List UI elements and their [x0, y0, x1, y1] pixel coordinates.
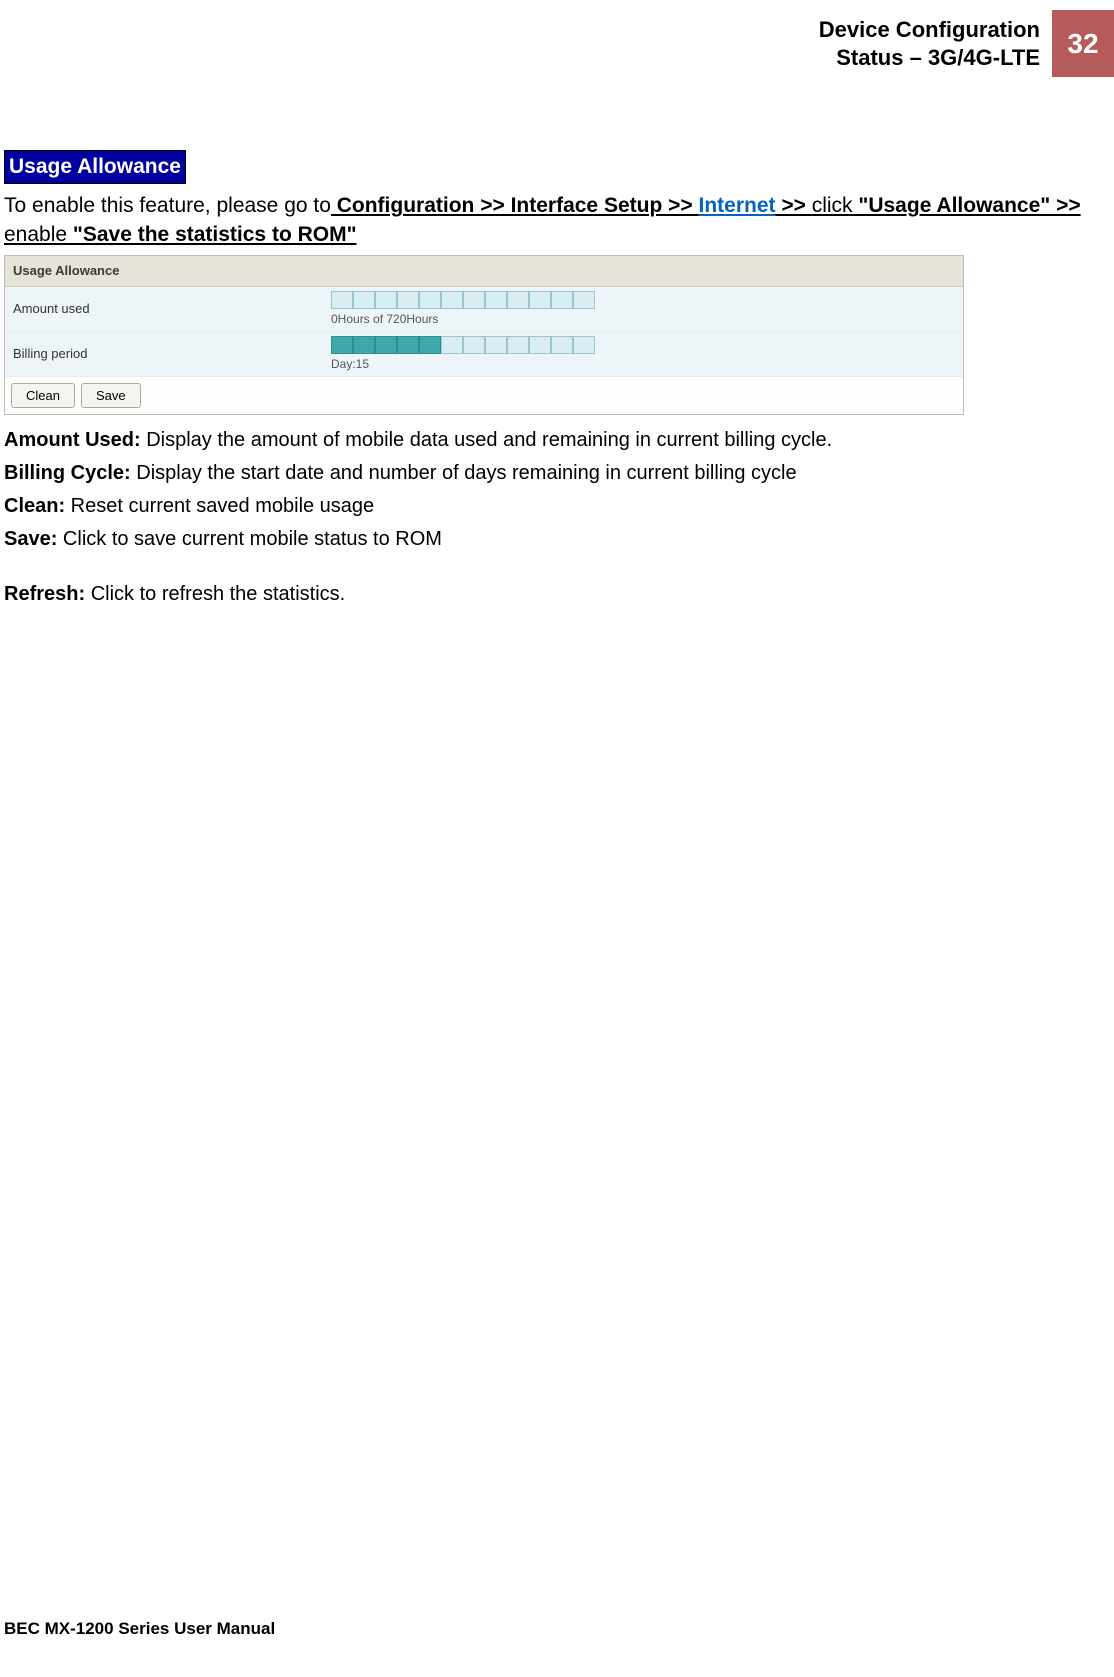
billing-period-label: Billing period	[5, 339, 331, 369]
click-word: click	[812, 194, 853, 217]
progress-segment	[507, 336, 529, 354]
progress-segment	[551, 336, 573, 354]
def-refresh: Refresh: Click to refresh the statistics…	[4, 581, 1114, 608]
amount-used-label: Amount used	[5, 294, 331, 324]
def-clean-label: Clean:	[4, 495, 65, 517]
progress-segment	[485, 336, 507, 354]
amount-used-bar	[331, 291, 963, 309]
header-line1: Device Configuration	[819, 17, 1040, 42]
billing-period-value: Day:15	[331, 332, 963, 376]
page-header: Device Configuration Status – 3G/4G-LTE …	[819, 10, 1114, 77]
breadcrumb-sep: >>	[776, 194, 812, 217]
page-content: Usage Allowance To enable this feature, …	[4, 150, 1114, 614]
def-amount-used-text: Display the amount of mobile data used a…	[141, 429, 832, 451]
def-refresh-text: Click to refresh the statistics.	[85, 583, 345, 605]
billing-period-row: Billing period Day:15	[5, 332, 963, 377]
def-save: Save: Click to save current mobile statu…	[4, 526, 1114, 553]
progress-segment	[353, 291, 375, 309]
progress-segment	[463, 336, 485, 354]
progress-segment	[331, 336, 353, 354]
header-line2: Status – 3G/4G-LTE	[836, 45, 1040, 70]
progress-segment	[573, 336, 595, 354]
internet-link[interactable]: Internet	[698, 194, 775, 217]
breadcrumb-path1: Configuration >> Interface Setup >>	[331, 194, 699, 217]
progress-segment	[331, 291, 353, 309]
panel-button-row: Clean Save	[5, 377, 963, 414]
def-billing-cycle-label: Billing Cycle:	[4, 462, 131, 484]
progress-segment	[397, 291, 419, 309]
definitions: Amount Used: Display the amount of mobil…	[4, 427, 1114, 608]
progress-segment	[397, 336, 419, 354]
page-number-badge: 32	[1052, 10, 1114, 77]
def-amount-used-label: Amount Used:	[4, 429, 141, 451]
def-save-label: Save:	[4, 528, 57, 550]
def-refresh-label: Refresh:	[4, 583, 85, 605]
progress-segment	[353, 336, 375, 354]
progress-segment	[463, 291, 485, 309]
progress-segment	[507, 291, 529, 309]
section-title: Usage Allowance	[4, 150, 186, 184]
enable-word: enable	[4, 223, 67, 246]
billing-period-bar	[331, 336, 963, 354]
def-billing-cycle: Billing Cycle: Display the start date an…	[4, 460, 1114, 487]
progress-segment	[529, 336, 551, 354]
progress-segment	[419, 336, 441, 354]
save-button[interactable]: Save	[81, 383, 141, 408]
progress-segment	[441, 336, 463, 354]
section-heading-row: Usage Allowance	[4, 150, 1114, 184]
usage-allowance-panel: Usage Allowance Amount used 0Hours of 72…	[4, 255, 964, 415]
progress-segment	[529, 291, 551, 309]
clean-button[interactable]: Clean	[11, 383, 75, 408]
quote1: "Usage Allowance" >>	[853, 194, 1081, 217]
intro-prefix: To enable this feature, please go to	[4, 194, 331, 217]
intro-paragraph: To enable this feature, please go to Con…	[4, 192, 1114, 249]
amount-used-value: 0Hours of 720Hours	[331, 287, 963, 331]
def-clean-text: Reset current saved mobile usage	[65, 495, 374, 517]
def-save-text: Click to save current mobile status to R…	[57, 528, 442, 550]
progress-segment	[485, 291, 507, 309]
page-footer: BEC MX-1200 Series User Manual	[4, 1618, 275, 1641]
amount-used-row: Amount used 0Hours of 720Hours	[5, 287, 963, 332]
def-amount-used: Amount Used: Display the amount of mobil…	[4, 427, 1114, 454]
progress-segment	[441, 291, 463, 309]
def-clean: Clean: Reset current saved mobile usage	[4, 493, 1114, 520]
billing-period-caption: Day:15	[331, 356, 963, 372]
progress-segment	[419, 291, 441, 309]
page-header-title: Device Configuration Status – 3G/4G-LTE	[819, 10, 1052, 77]
progress-segment	[375, 336, 397, 354]
progress-segment	[551, 291, 573, 309]
def-billing-cycle-text: Display the start date and number of day…	[131, 462, 797, 484]
progress-segment	[573, 291, 595, 309]
amount-used-caption: 0Hours of 720Hours	[331, 311, 963, 327]
progress-segment	[375, 291, 397, 309]
quote2: "Save the statistics to ROM"	[67, 223, 357, 246]
panel-header: Usage Allowance	[5, 256, 963, 287]
